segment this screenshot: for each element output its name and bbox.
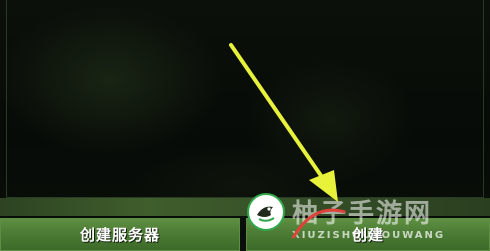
watermark-swoosh-icon (291, 208, 346, 239)
watermark-logo-icon (247, 193, 285, 231)
